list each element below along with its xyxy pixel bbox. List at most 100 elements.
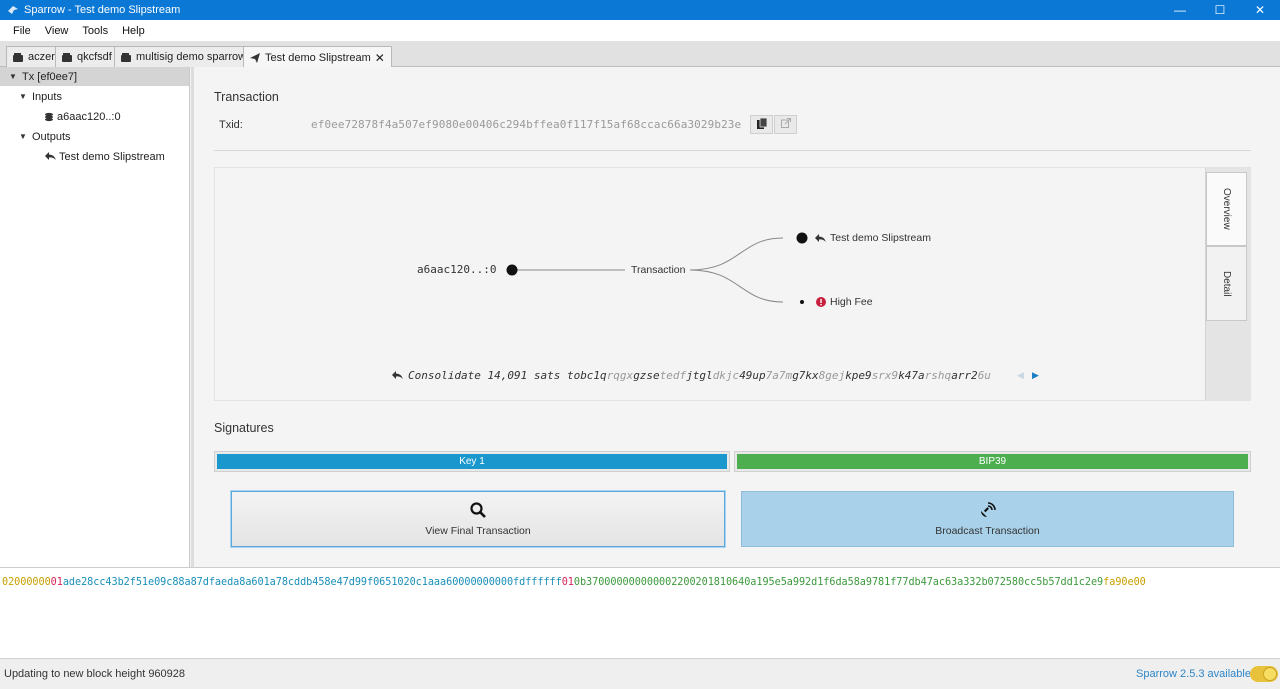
button-label: Broadcast Transaction [935, 524, 1040, 537]
server-connection-toggle[interactable] [1250, 666, 1278, 682]
txid-value[interactable]: ef0ee72878f4a507ef9080e00406c294bffea0f1… [311, 118, 741, 131]
tab-label: qkcfsdf [77, 51, 112, 63]
search-icon [470, 501, 486, 521]
tab-label: Test demo Slipstream [265, 51, 371, 64]
signatures-heading: Signatures [214, 421, 274, 435]
status-message: Updating to new block height 960928 [4, 668, 186, 680]
diagram-input-label[interactable]: a6aac120..:0 [417, 263, 496, 276]
tree-item-output[interactable]: Test demo Slipstream [0, 147, 189, 166]
maximize-button[interactable]: ☐ [1200, 0, 1240, 20]
consolidate-icon [392, 371, 403, 380]
collapse-arrow-icon[interactable]: ▼ [9, 72, 19, 81]
address-chunk: 6u [977, 369, 991, 382]
copy-txid-button[interactable] [750, 115, 773, 134]
tab-overview[interactable]: Overview [1206, 172, 1247, 246]
signature-bip39: BIP39 [734, 451, 1251, 472]
transaction-heading: Transaction [214, 90, 279, 104]
address-chunk: arr2 [951, 369, 978, 382]
diagram-fee[interactable]: High Fee [816, 296, 873, 308]
transaction-summary: Consolidate 14,091 sats to bc1q rqgx gzse t… [392, 369, 991, 382]
menu-help[interactable]: Help [122, 25, 145, 37]
transaction-hex[interactable]: 02000000 01 ade28cc43b2f51e09c88a87dfaeda8… [2, 577, 1146, 588]
menu-file[interactable]: File [13, 25, 31, 37]
signature-progress: BIP39 [737, 454, 1248, 469]
prev-summary-icon[interactable]: ◀ [1017, 370, 1024, 381]
address-chunk: srx9 [871, 369, 899, 382]
tree-item-inputs[interactable]: ▼ Inputs [0, 87, 189, 106]
hex-output-count: 01 [561, 577, 574, 588]
button-label: View Final Transaction [425, 524, 531, 537]
tree-label: Tx [ef0ee7] [22, 70, 78, 83]
menu-tools[interactable]: Tools [82, 25, 108, 37]
tab-label: aczer [28, 51, 55, 63]
txid-label: Txid: [219, 119, 243, 131]
output-node[interactable] [796, 232, 808, 244]
minimize-button[interactable]: — [1160, 0, 1200, 20]
toggle-knob [1263, 667, 1277, 681]
address-chunk: 7a7m [765, 369, 793, 382]
transaction-hex-panel[interactable]: 02000000 01 ade28cc43b2f51e09c88a87dfaeda8… [0, 567, 1280, 658]
tab-label: multisig demo sparrow [136, 51, 247, 63]
tab-label: Overview [1221, 188, 1232, 230]
diagram-fee-label: High Fee [830, 296, 873, 308]
next-summary-icon[interactable]: ▶ [1032, 370, 1039, 381]
tab-test-demo-slipstream[interactable]: Test demo Slipstream ✕ [243, 46, 392, 68]
tree-label: a6aac120..:0 [57, 110, 121, 123]
view-final-transaction-button[interactable]: View Final Transaction [231, 491, 725, 547]
address-chunk: 8gej [818, 369, 846, 382]
update-available-link[interactable]: Sparrow 2.5.3 available [1136, 668, 1251, 680]
address-chunk: tedf [659, 369, 687, 382]
tab-qkcfsdf[interactable]: qkcfsdf [55, 46, 119, 67]
collapse-arrow-icon[interactable]: ▼ [19, 132, 29, 141]
close-tab-icon[interactable]: ✕ [375, 51, 385, 65]
view-tabs: Overview Detail [1205, 168, 1251, 401]
tree-label: Outputs [32, 130, 71, 143]
address-chunk: kpe9 [845, 369, 872, 382]
menu-view[interactable]: View [45, 25, 69, 37]
signature-key-1: Key 1 [214, 451, 730, 472]
broadcast-transaction-button[interactable]: Broadcast Transaction [741, 491, 1234, 547]
tree-item-outputs[interactable]: ▼ Outputs [0, 127, 189, 146]
tab-aczer[interactable]: aczer [6, 46, 62, 67]
transaction-panel: Transaction Txid: ef0ee72878f4a507ef9080… [194, 67, 1280, 567]
hex-script: 10640a195e5a992d1f6da58a9781f77db47ac63a… [719, 577, 1104, 588]
menu-bar: File View Tools Help [0, 20, 1280, 42]
diagram-transaction-label: Transaction [631, 264, 686, 276]
hex-input-outpoint: ade28cc43b2f51e09c88a87dfaeda8a601a78cdd… [62, 577, 453, 588]
address-chunk: gzse [633, 369, 660, 382]
address-chunk: k47a [898, 369, 925, 382]
fee-node [800, 300, 804, 304]
send-icon [250, 52, 260, 63]
tab-detail[interactable]: Detail [1206, 246, 1247, 321]
open-txid-button[interactable] [774, 115, 797, 134]
tab-multisig-demo-sparrow[interactable]: multisig demo sparrow [114, 46, 254, 67]
window-title: Sparrow - Test demo Slipstream [24, 4, 181, 16]
output-connector [689, 237, 784, 271]
address-chunk: bc1q [580, 369, 607, 382]
diagram-output[interactable]: Test demo Slipstream [815, 232, 931, 244]
address-chunk: jtgl [686, 369, 713, 382]
satellite-dish-icon [979, 501, 996, 521]
fee-connector [689, 269, 784, 303]
tree-item-tx[interactable]: ▼ Tx [ef0ee7] [0, 67, 189, 86]
tab-label: Detail [1221, 270, 1232, 297]
close-window-button[interactable]: ✕ [1240, 0, 1280, 20]
address-chunk: 49up [739, 369, 766, 382]
tab-bar: aczer qkcfsdf multisig demo sparrow Test… [0, 42, 1280, 68]
tree-label: Test demo Slipstream [59, 150, 165, 163]
collapse-arrow-icon[interactable]: ▼ [19, 92, 29, 101]
address-chunk: rshq [924, 369, 952, 382]
copy-icon [756, 117, 767, 132]
signature-progress: Key 1 [217, 454, 727, 469]
transaction-diagram: a6aac120..:0 Transaction Test demo Slips… [214, 167, 1251, 401]
warning-icon [816, 297, 826, 307]
consolidate-icon [815, 233, 826, 243]
input-node[interactable] [506, 264, 518, 276]
consolidate-icon [45, 152, 56, 161]
status-bar: Updating to new block height 960928 Spar… [0, 658, 1280, 689]
tree-item-input[interactable]: a6aac120..:0 [0, 107, 189, 126]
address-chunk: rqgx [606, 369, 634, 382]
coins-icon [44, 112, 54, 122]
external-link-icon [780, 118, 791, 131]
hex-version: 02000000 [2, 577, 51, 588]
